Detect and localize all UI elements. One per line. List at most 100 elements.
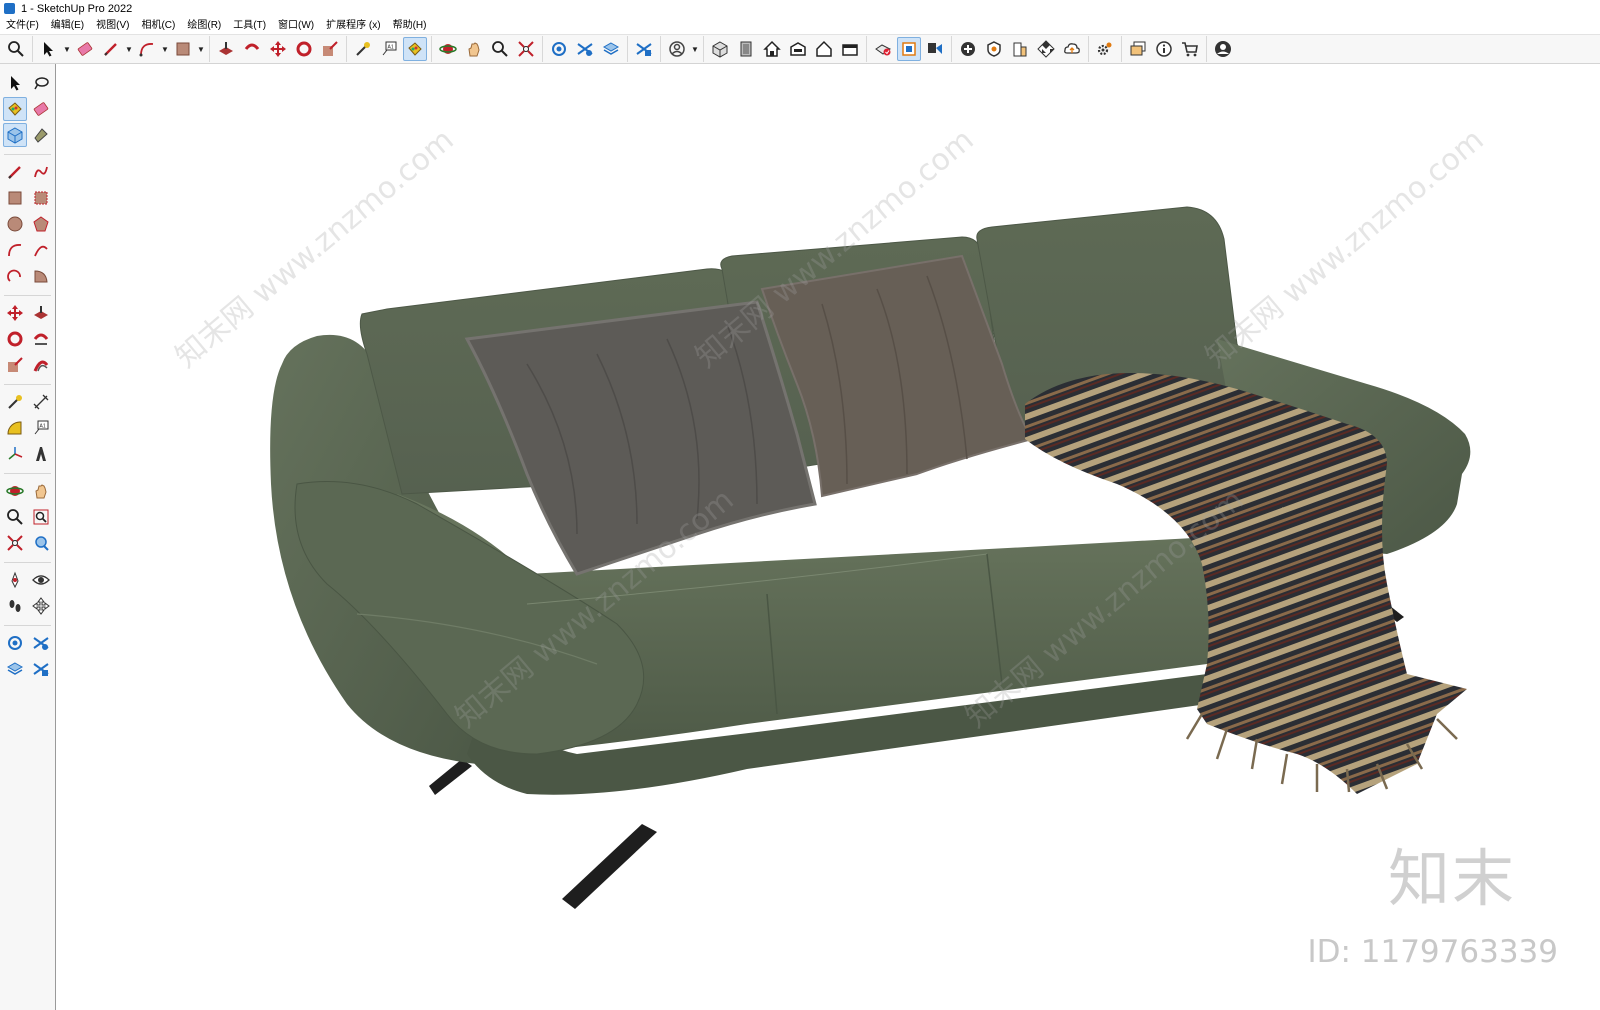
- menu-extensions[interactable]: 扩展程序 (x): [320, 17, 386, 34]
- follow-me-icon[interactable]: [29, 327, 53, 351]
- select-arrow-icon[interactable]: [3, 71, 27, 95]
- rotate-icon[interactable]: [3, 327, 27, 351]
- extension-manager-icon[interactable]: [29, 657, 53, 681]
- dimension-icon[interactable]: [29, 390, 53, 414]
- user-account-icon[interactable]: [665, 37, 689, 61]
- arc-dropdown-chevron-icon[interactable]: ▼: [160, 37, 170, 61]
- zoom-extents-icon[interactable]: [3, 531, 27, 555]
- line-dropdown-chevron-icon[interactable]: ▼: [124, 37, 134, 61]
- polygon-icon[interactable]: [29, 212, 53, 236]
- left-view-icon[interactable]: [838, 37, 862, 61]
- shield-icon[interactable]: [982, 37, 1006, 61]
- tag-icon[interactable]: [29, 123, 53, 147]
- protractor-icon[interactable]: [3, 416, 27, 440]
- search-model-icon[interactable]: [29, 531, 53, 555]
- tape-measure-icon[interactable]: [3, 390, 27, 414]
- follow-me-icon[interactable]: [240, 37, 264, 61]
- axes-icon[interactable]: [3, 442, 27, 466]
- scale-icon[interactable]: [318, 37, 342, 61]
- lasso-icon[interactable]: [29, 71, 53, 95]
- menu-file[interactable]: 文件(F): [0, 17, 45, 34]
- section-cut-icon[interactable]: [923, 37, 947, 61]
- tape-measure-icon[interactable]: [351, 37, 375, 61]
- extension-warehouse-icon[interactable]: [29, 631, 53, 655]
- menu-help[interactable]: 帮助(H): [387, 17, 433, 34]
- arc-icon[interactable]: [3, 238, 27, 262]
- layers-icon[interactable]: [599, 37, 623, 61]
- window-title: 1 - SketchUp Pro 2022: [21, 2, 133, 15]
- pie-icon[interactable]: [29, 264, 53, 288]
- add-circle-icon[interactable]: [956, 37, 980, 61]
- profile-avatar-icon[interactable]: [1211, 37, 1235, 61]
- top-view-icon[interactable]: [734, 37, 758, 61]
- move-icon[interactable]: [3, 301, 27, 325]
- warehouse-icon[interactable]: [547, 37, 571, 61]
- eraser-icon[interactable]: [73, 37, 97, 61]
- circle-icon[interactable]: [3, 212, 27, 236]
- two-point-arc-icon[interactable]: [29, 238, 53, 262]
- pan-hand-icon[interactable]: [29, 479, 53, 503]
- rotate-icon[interactable]: [292, 37, 316, 61]
- section-plane-icon[interactable]: [29, 594, 53, 618]
- front-view-icon[interactable]: [760, 37, 784, 61]
- paint-bucket-icon[interactable]: [403, 37, 427, 61]
- position-camera-icon[interactable]: [3, 568, 27, 592]
- cloud-upload-icon[interactable]: [1060, 37, 1084, 61]
- checker-icon[interactable]: [1034, 37, 1058, 61]
- push-pull-icon[interactable]: [214, 37, 238, 61]
- menu-view[interactable]: 视图(V): [90, 17, 135, 34]
- section-plane-icon[interactable]: [871, 37, 895, 61]
- orbit-icon[interactable]: [436, 37, 460, 61]
- 3d-text-icon[interactable]: [29, 442, 53, 466]
- walk-footprints-icon[interactable]: [3, 594, 27, 618]
- model-viewport[interactable]: 知末网 www.znzmo.com 知末网 www.znzmo.com 知末网 …: [57, 64, 1600, 1010]
- rotated-rectangle-icon[interactable]: [29, 186, 53, 210]
- shopping-cart-icon[interactable]: [1178, 37, 1202, 61]
- text-label-icon[interactable]: A1: [377, 37, 401, 61]
- right-view-icon[interactable]: [786, 37, 810, 61]
- pencil-icon[interactable]: [3, 160, 27, 184]
- info-icon[interactable]: [1152, 37, 1176, 61]
- rectangle-icon[interactable]: [3, 186, 27, 210]
- shape-dropdown-chevron-icon[interactable]: ▼: [196, 37, 206, 61]
- eraser-icon[interactable]: [29, 97, 53, 121]
- zoom-extents-icon[interactable]: [514, 37, 538, 61]
- three-point-arc-icon[interactable]: [3, 264, 27, 288]
- menu-edit[interactable]: 编辑(E): [45, 17, 90, 34]
- section-display-icon[interactable]: [897, 37, 921, 61]
- building-icon[interactable]: [1008, 37, 1032, 61]
- move-icon[interactable]: [266, 37, 290, 61]
- orbit-icon[interactable]: [3, 479, 27, 503]
- look-around-eye-icon[interactable]: [29, 568, 53, 592]
- extension-warehouse-icon[interactable]: [573, 37, 597, 61]
- arc-icon[interactable]: [135, 37, 159, 61]
- scale-icon[interactable]: [3, 353, 27, 377]
- push-pull-icon[interactable]: [29, 301, 53, 325]
- search-icon[interactable]: [4, 37, 28, 61]
- select-arrow-icon[interactable]: [37, 37, 61, 61]
- account-dropdown-chevron-icon[interactable]: ▼: [690, 37, 700, 61]
- extension-manager-icon[interactable]: [632, 37, 656, 61]
- freehand-icon[interactable]: [29, 160, 53, 184]
- menu-draw[interactable]: 绘图(R): [181, 17, 227, 34]
- menu-camera[interactable]: 相机(C): [135, 17, 181, 34]
- rectangle-icon[interactable]: [171, 37, 195, 61]
- offset-icon[interactable]: [29, 353, 53, 377]
- zoom-window-icon[interactable]: [29, 505, 53, 529]
- pan-hand-icon[interactable]: [462, 37, 486, 61]
- menu-window[interactable]: 窗口(W): [272, 17, 320, 34]
- layers-icon[interactable]: [3, 657, 27, 681]
- menu-tools[interactable]: 工具(T): [227, 17, 272, 34]
- window-stack-icon[interactable]: [1126, 37, 1150, 61]
- zoom-icon[interactable]: [3, 505, 27, 529]
- iso-view-icon[interactable]: [708, 37, 732, 61]
- zoom-icon[interactable]: [488, 37, 512, 61]
- settings-gear-icon[interactable]: [1093, 37, 1117, 61]
- pencil-icon[interactable]: [99, 37, 123, 61]
- text-label-icon[interactable]: A1: [29, 416, 53, 440]
- make-component-icon[interactable]: [3, 123, 27, 147]
- back-view-icon[interactable]: [812, 37, 836, 61]
- warehouse-icon[interactable]: [3, 631, 27, 655]
- paint-bucket-icon[interactable]: [3, 97, 27, 121]
- select-dropdown-chevron-icon[interactable]: ▼: [62, 37, 72, 61]
